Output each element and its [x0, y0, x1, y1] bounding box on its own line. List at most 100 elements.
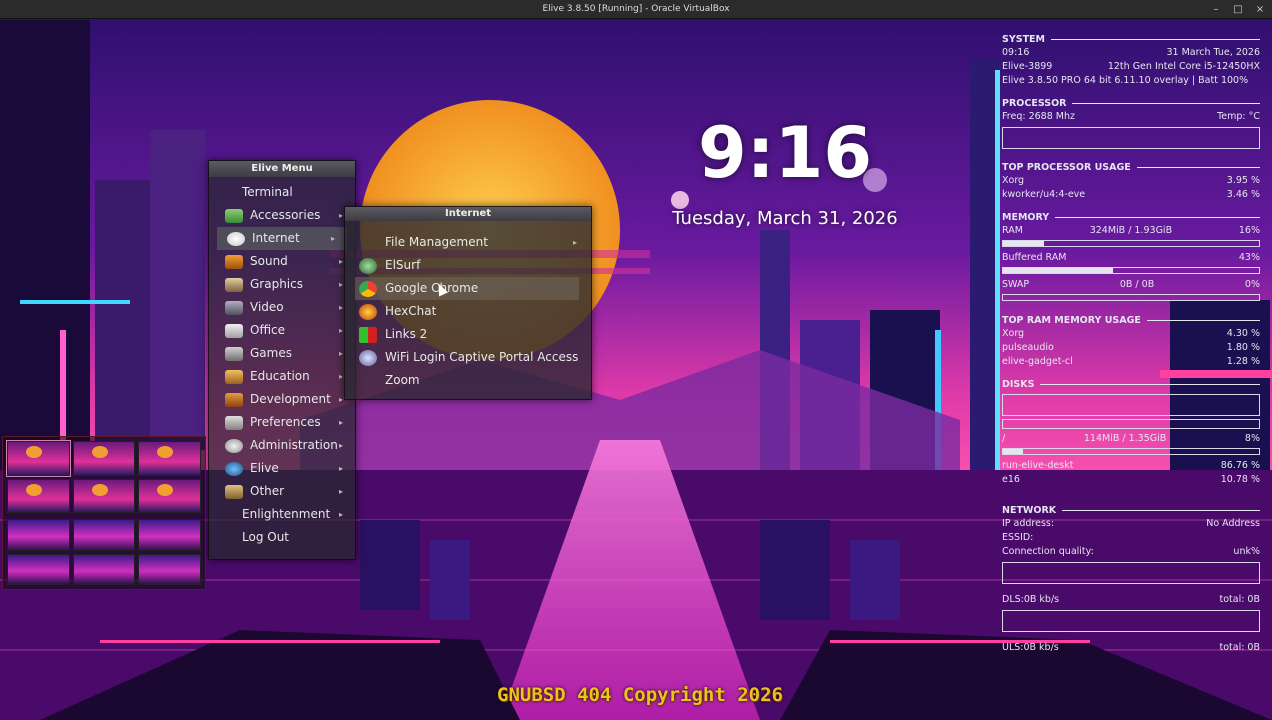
menu-item-office[interactable]: Office ▸ [209, 319, 355, 342]
top-cpu-row: Xorg 3.95 % [1002, 175, 1260, 186]
internet-submenu: Internet File Management ▸ ElSurf Google … [344, 206, 592, 400]
menu-item-label: Video [250, 300, 284, 314]
menu-item-graphics[interactable]: Graphics ▸ [209, 273, 355, 296]
pager-desktop[interactable] [138, 478, 201, 513]
chrome-icon [359, 280, 377, 297]
menu-item-administration[interactable]: Administration ▸ [209, 434, 355, 457]
disks-header: DISKS [1002, 378, 1035, 390]
chevron-right-icon: ▸ [338, 303, 343, 312]
system-cpu-model: 12th Gen Intel Core i5-12450HX [1107, 61, 1260, 72]
system-header: SYSTEM [1002, 33, 1045, 45]
menu-item-preferences[interactable]: Preferences ▸ [209, 411, 355, 434]
graphics-icon [225, 277, 243, 292]
pager-desktop[interactable] [7, 478, 70, 513]
submenu-item-file-management[interactable]: File Management ▸ [345, 231, 591, 254]
pager-desktop[interactable] [7, 553, 70, 585]
menu-item-label: Enlightenment [242, 507, 331, 521]
menu-item-label: Office [250, 323, 286, 337]
submenu-item-zoom[interactable]: Zoom [345, 369, 591, 392]
menu-item-log-out[interactable]: Log Out [209, 526, 355, 549]
close-icon[interactable]: × [1254, 4, 1266, 15]
chevron-right-icon: ▸ [338, 418, 343, 427]
host-title-bar[interactable]: Elive 3.8.50 [Running] - Oracle VirtualB… [0, 0, 1272, 19]
pager-desktop[interactable] [138, 441, 201, 476]
ram-row: RAM 324MiB / 1.93GiB 16% [1002, 225, 1260, 236]
quality-row: Connection quality: unk% [1002, 546, 1260, 557]
top-ram-header: TOP RAM MEMORY USAGE [1002, 314, 1141, 326]
processor-header: PROCESSOR [1002, 97, 1067, 109]
host-title: Elive 3.8.50 [Running] - Oracle VirtualB… [542, 4, 730, 14]
top-cpu-header: TOP PROCESSOR USAGE [1002, 161, 1131, 173]
submenu-item-label: File Management [385, 235, 488, 249]
menu-item-terminal[interactable]: Terminal [209, 181, 355, 204]
disk-row: run-elive-deskt 86.76 % [1002, 460, 1260, 471]
chevron-right-icon: ▸ [338, 441, 343, 450]
chevron-right-icon: ▸ [338, 349, 343, 358]
disk-row: e16 10.78 % [1002, 474, 1260, 485]
menu-item-accessories[interactable]: Accessories ▸ [209, 204, 355, 227]
chevron-right-icon: ▸ [338, 510, 343, 519]
video-icon [225, 300, 243, 315]
pager-desktop[interactable] [138, 553, 201, 585]
system-monitor: SYSTEM 09:16 31 March Tue, 2026 Elive-389… [1002, 30, 1260, 655]
submenu-item-wifi-login[interactable]: WiFi Login Captive Portal Access [345, 346, 591, 369]
pager-desktop[interactable] [72, 553, 136, 585]
pager-desktop[interactable] [72, 441, 136, 476]
upload-row: ULS:0B kb/s total: 0B [1002, 642, 1260, 653]
administration-icon [225, 438, 243, 453]
pager-desktop[interactable] [72, 478, 136, 513]
desktop-footer-text: GNUBSD 404 Copyright 2026 [497, 684, 783, 706]
menu-item-sound[interactable]: Sound ▸ [209, 250, 355, 273]
desktop-clock-date: Tuesday, March 31, 2026 [672, 208, 898, 229]
section-header: NETWORK [1002, 503, 1260, 517]
submenu-item-label: Links 2 [385, 327, 428, 341]
desktop-pager[interactable] [2, 436, 206, 590]
preferences-icon [225, 415, 243, 430]
pager-desktop[interactable] [7, 519, 70, 551]
maximize-icon[interactable]: □ [1232, 4, 1244, 15]
menu-item-other[interactable]: Other ▸ [209, 480, 355, 503]
chevron-right-icon: ▸ [338, 280, 343, 289]
submenu-item-links-2[interactable]: Links 2 [345, 323, 591, 346]
submenu-item-label: ElSurf [385, 258, 421, 272]
network-quality-graph [1002, 562, 1260, 584]
disk-graph-2 [1002, 419, 1260, 429]
disk-root-row: /114MiB / 1.35GiB 8% [1002, 433, 1260, 444]
top-cpu-row: kworker/u4:4-eve 3.46 % [1002, 189, 1260, 200]
swap-bar [1002, 294, 1260, 301]
menu-item-label: Games [250, 346, 292, 360]
disk-root-bar [1002, 448, 1260, 455]
education-icon [225, 369, 243, 384]
submenu-item-google-chrome[interactable]: Google Chrome [355, 277, 579, 300]
pager-desktop[interactable] [138, 519, 201, 551]
internet-icon [227, 231, 245, 246]
ram-bar-fill [1003, 241, 1044, 246]
menu-item-label: Preferences [250, 415, 321, 429]
menu-item-elive[interactable]: Elive ▸ [209, 457, 355, 480]
menu-item-enlightenment[interactable]: Enlightenment ▸ [209, 503, 355, 526]
ip-row: IP address: No Address [1002, 518, 1260, 529]
accessories-icon [225, 208, 243, 223]
minimize-icon[interactable]: – [1210, 4, 1222, 15]
section-header: PROCESSOR [1002, 96, 1260, 110]
processor-frequency: Freq: 2688 Mhz [1002, 111, 1075, 122]
other-icon [225, 484, 243, 499]
chevron-right-icon: ▸ [338, 372, 343, 381]
submenu-item-hexchat[interactable]: HexChat [345, 300, 591, 323]
pager-desktop[interactable] [6, 440, 71, 477]
menu-item-education[interactable]: Education ▸ [209, 365, 355, 388]
system-time: 09:16 [1002, 47, 1030, 58]
submenu-item-elsurf[interactable]: ElSurf [345, 254, 591, 277]
submenu-item-label: HexChat [385, 304, 437, 318]
buffered-row: Buffered RAM 43% [1002, 252, 1260, 263]
chevron-right-icon: ▸ [338, 395, 343, 404]
top-ram-row: pulseaudio 1.80 % [1002, 342, 1260, 353]
menu-item-development[interactable]: Development ▸ [209, 388, 355, 411]
pager-desktop[interactable] [72, 519, 136, 551]
menu-item-video[interactable]: Video ▸ [209, 296, 355, 319]
elive-icon [225, 461, 243, 476]
section-header: TOP PROCESSOR USAGE [1002, 160, 1260, 174]
menu-item-internet[interactable]: Internet ▸ [217, 227, 347, 250]
menu-item-games[interactable]: Games ▸ [209, 342, 355, 365]
elive-menu: Elive Menu Terminal Accessories ▸ Interne… [208, 160, 356, 560]
